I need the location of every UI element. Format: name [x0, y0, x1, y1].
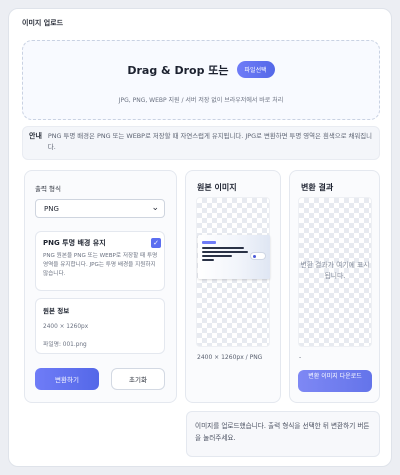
chevron-down-icon: ⌄	[151, 203, 159, 213]
result-panel: 변환 결과 변환 결과가 여기에 표시됩니다. - 변환 이미지 다운로드	[289, 170, 380, 403]
original-preview	[196, 197, 270, 347]
convert-button[interactable]: 변환하기	[35, 368, 99, 390]
keep-transparency-checkbox[interactable]: ✓	[151, 238, 161, 248]
format-label: 출력 형식	[35, 185, 61, 193]
download-button[interactable]: 변환 이미지 다운로드	[298, 370, 372, 392]
notice-box: 안내 PNG 투명 배경은 PNG 또는 WEBP로 저장할 때 자연스럽게 유…	[22, 126, 380, 160]
keep-transparency-description: PNG 원본을 PNG 또는 WEBP로 저장할 때 투명 영역을 유지합니다.…	[43, 253, 158, 277]
format-select-value: PNG	[44, 204, 59, 213]
reset-button[interactable]: 초기화	[111, 368, 165, 390]
choose-file-button[interactable]: 파일선택	[236, 61, 275, 78]
keep-transparency-card: PNG 투명 배경 유지 ✓ PNG 원본을 PNG 또는 WEBP로 저장할 …	[35, 231, 165, 291]
format-select[interactable]: PNG ⌄	[35, 199, 165, 218]
original-image-thumbnail	[198, 235, 270, 279]
options-panel: 출력 형식 PNG ⌄ PNG 투명 배경 유지 ✓ PNG 원본을 PNG 또…	[24, 170, 177, 403]
notice-label: 안내	[29, 132, 42, 140]
result-title: 변환 결과	[301, 183, 334, 192]
dropzone-title: Drag & Drop 또는	[127, 63, 229, 77]
keep-transparency-title: PNG 투명 배경 유지	[43, 239, 106, 247]
dropzone-subtitle: JPG, PNG, WEBP 지원 / 서버 저장 없이 브라우저에서 바로 처…	[118, 97, 284, 104]
status-message: 이미지를 업로드했습니다. 출력 형식을 선택한 뒤 변환하기 버튼을 눌러주세…	[186, 411, 380, 457]
logo-icon	[251, 253, 265, 259]
original-image-panel: 원본 이미지 2400 × 1260px / PNG	[185, 170, 281, 403]
original-title: 원본 이미지	[197, 183, 237, 192]
source-filename: 파일명: 001.png	[43, 342, 87, 348]
source-info-card: 원본 정보 2400 × 1260px 파일명: 001.png	[35, 298, 165, 354]
source-info-title: 원본 정보	[43, 307, 70, 315]
notice-text: PNG 투명 배경은 PNG 또는 WEBP로 저장할 때 자연스럽게 유지됩니…	[47, 132, 373, 151]
result-placeholder: 변환 결과가 여기에 표시됩니다.	[300, 261, 370, 280]
original-meta: 2400 × 1260px / PNG	[197, 354, 263, 361]
section-title: 이미지 업로드	[22, 19, 64, 27]
upload-dropzone[interactable]: Drag & Drop 또는 파일선택 JPG, PNG, WEBP 지원 / …	[22, 40, 380, 120]
result-meta: -	[299, 354, 302, 361]
source-dimensions: 2400 × 1260px	[43, 324, 89, 330]
result-preview: 변환 결과가 여기에 표시됩니다.	[298, 197, 372, 347]
